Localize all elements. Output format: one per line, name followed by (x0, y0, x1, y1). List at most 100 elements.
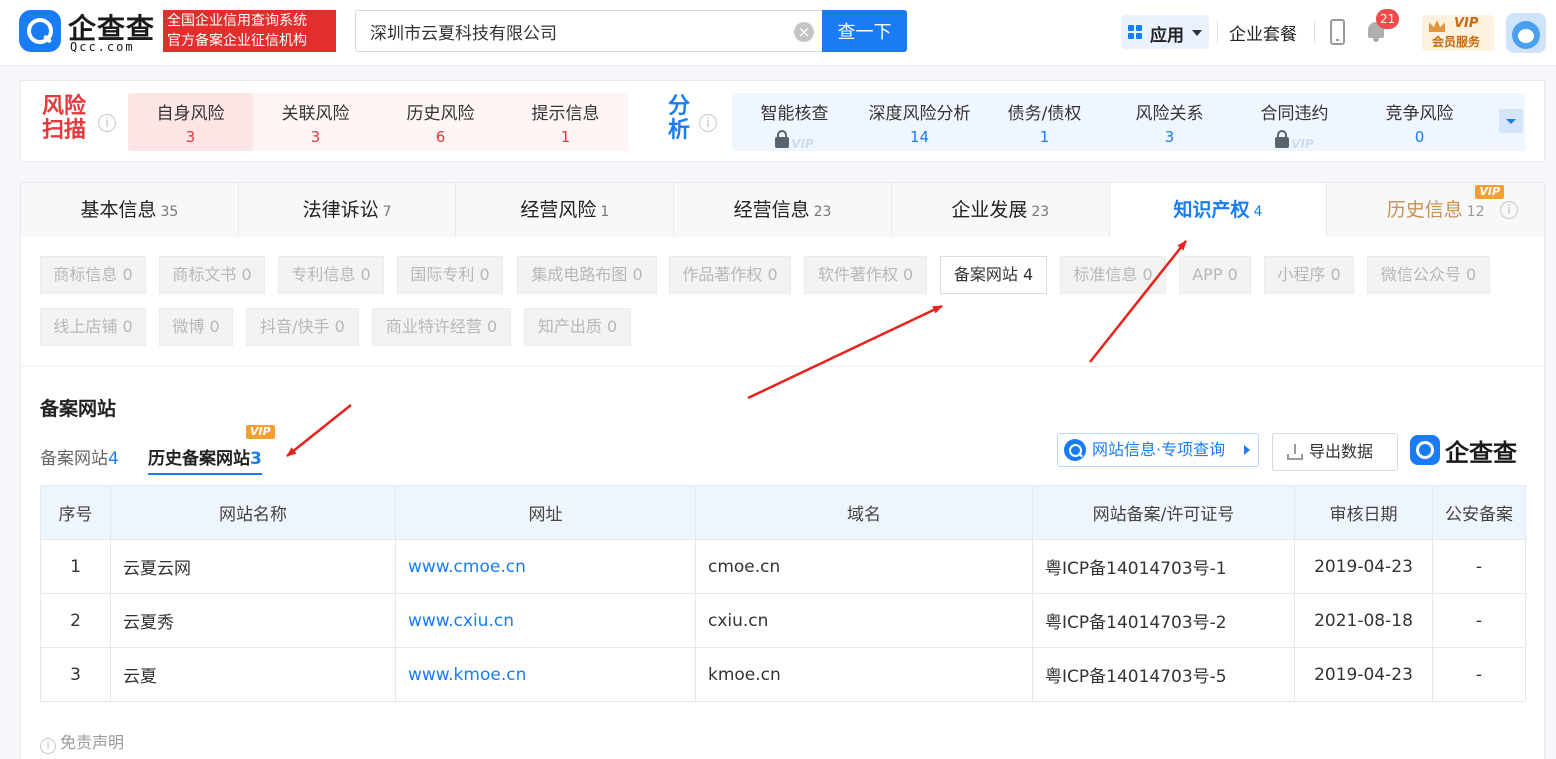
site-url-link[interactable]: www.cmoe.cn (408, 557, 526, 577)
subtag-mini-program[interactable]: 小程序 0 (1264, 256, 1354, 294)
mobile-phone-icon[interactable] (1330, 19, 1345, 45)
tab-history-info[interactable]: 历史信息 12 VIP i (1327, 183, 1545, 237)
tab-litigation[interactable]: 法律诉讼 7 (238, 183, 457, 237)
police-filing: - (1432, 593, 1526, 648)
risk-item-history[interactable]: 历史风险 6 (378, 93, 503, 151)
site-domain: cxiu.cn (695, 593, 1033, 648)
analysis-item-label: 竞争风险 (1385, 104, 1454, 124)
tab-count: 4 (108, 449, 119, 469)
subtag-franchise[interactable]: 商业特许经营 0 (372, 308, 511, 346)
info-icon[interactable]: i (1500, 201, 1519, 219)
analysis-item-risk-relation[interactable]: 风险关系 3 (1107, 93, 1232, 151)
tab-operating-info[interactable]: 经营信息 23 (674, 183, 892, 237)
tab-label: 知识产权 (1173, 199, 1250, 221)
table-row: 1 云夏云网 www.cmoe.cn cmoe.cn 粤ICP备14014703… (40, 539, 1526, 594)
user-avatar[interactable] (1506, 13, 1546, 53)
section-divider (21, 366, 1544, 367)
info-icon[interactable]: i (98, 114, 116, 132)
risk-item-label: 关联风险 (281, 104, 350, 124)
subtag-software-copyright[interactable]: 软件著作权 0 (804, 256, 927, 294)
expand-analysis-button[interactable] (1499, 109, 1523, 133)
analysis-item-debt[interactable]: 债务/债权 1 (982, 93, 1107, 151)
risk-item-label: 历史风险 (406, 104, 475, 124)
analysis-item-label: 合同违约 (1260, 104, 1329, 124)
caret-down-icon (1192, 30, 1202, 36)
risk-item-count: 3 (185, 128, 196, 146)
analysis-item-count: 0 (1414, 128, 1425, 146)
subtag-trademark-docs[interactable]: 商标文书 0 (159, 256, 265, 294)
vip-service-label: 会员服务 (1432, 35, 1481, 49)
clear-icon[interactable]: × (794, 22, 814, 42)
tab-label: 经营风险 (520, 199, 597, 221)
subtag-trademark[interactable]: 商标信息 0 (40, 256, 146, 294)
analysis-item-competition[interactable]: 竞争风险 0 (1357, 93, 1482, 151)
tab-count: 1 (600, 204, 610, 220)
qcc-logo-icon[interactable] (19, 10, 61, 52)
analysis-item-contract-breach[interactable]: 合同违约 VIP (1232, 93, 1357, 151)
tab-operating-risk[interactable]: 经营风险 1 (456, 183, 675, 237)
section-title: 备案网站 (40, 398, 117, 420)
tab-label: 历史信息 (1386, 199, 1463, 221)
site-url-link[interactable]: www.cxiu.cn (408, 611, 514, 631)
vip-label: VIP (1454, 16, 1479, 31)
risk-item-related[interactable]: 关联风险 3 (253, 93, 378, 151)
police-filing: - (1432, 539, 1526, 594)
tab-development[interactable]: 企业发展 23 (891, 183, 1110, 237)
disclaimer-label: 免责声明 (60, 733, 125, 752)
search-input[interactable] (370, 20, 790, 42)
website-query-button[interactable]: 网站信息·专项查询 (1057, 433, 1259, 467)
vip-service-button[interactable]: VIP 会员服务 (1422, 15, 1494, 51)
subtag-weibo[interactable]: 微博 0 (159, 308, 233, 346)
subtag-app[interactable]: APP 0 (1179, 256, 1251, 294)
tab-label: 基本信息 (80, 199, 157, 221)
subtag-icp-website[interactable]: 备案网站 4 (940, 256, 1047, 294)
info-icon: i (40, 738, 56, 754)
risk-item-hint[interactable]: 提示信息 1 (503, 93, 628, 151)
risk-item-count: 3 (310, 128, 321, 146)
disclaimer-link[interactable]: i 免责声明 (40, 729, 124, 754)
apps-grid-icon (1128, 25, 1142, 39)
info-icon[interactable]: i (699, 114, 717, 132)
subtag-online-store[interactable]: 线上店铺 0 (40, 308, 146, 346)
analysis-item-deep-risk[interactable]: 深度风险分析 14 (857, 93, 982, 151)
search-button[interactable]: 查一下 (822, 10, 907, 52)
site-domain: cmoe.cn (695, 539, 1033, 594)
tab-basic-info[interactable]: 基本信息 35 (21, 183, 239, 237)
tab-label: 经营信息 (733, 199, 810, 221)
subtag-douyin-kuaishou[interactable]: 抖音/快手 0 (246, 308, 359, 346)
risk-item-count: 1 (560, 128, 571, 146)
site-name: 云夏秀 (110, 593, 396, 648)
tab-intellectual-property[interactable]: 知识产权 4 (1109, 183, 1328, 237)
analysis-item-locked: VIP (732, 128, 857, 151)
risk-item-label: 自身风险 (156, 104, 225, 124)
analysis-item-label: 债务/债权 (1007, 104, 1082, 124)
risk-item-self[interactable]: 自身风险 3 (128, 93, 253, 151)
enterprise-package-link[interactable]: 企业套餐 (1229, 20, 1297, 45)
subtag-wechat-account[interactable]: 微信公众号 0 (1367, 256, 1490, 294)
table-header-row: 序号 网站名称 网址 域名 网站备案/许可证号 审核日期 公安备案 (40, 485, 1526, 540)
analysis-item-smart-check[interactable]: 智能核查 VIP (732, 93, 857, 151)
main-tabs: 基本信息 35 法律诉讼 7 经营风险 1 经营信息 23 企业发展 23 知识产权 4 历… (21, 183, 1545, 237)
subtag-intl-patent[interactable]: 国际专利 0 (397, 256, 503, 294)
tab-history-icp-websites[interactable]: 历史备案网站3 (148, 444, 262, 475)
apps-menu-button[interactable]: 应用 (1121, 15, 1209, 49)
subtag-ip-pledge[interactable]: 知产出质 0 (524, 308, 631, 346)
analysis-item-locked: VIP (1232, 128, 1357, 151)
top-header: 企查查 Qcc.com 全国企业信用查询系统 官方备案企业征信机构 × 查一下 … (0, 0, 1556, 66)
vip-tag: VIP (1475, 185, 1505, 199)
subtag-patent[interactable]: 专利信息 0 (278, 256, 384, 294)
review-date: 2019-04-23 (1294, 647, 1433, 702)
tab-count: 12 (1466, 204, 1485, 220)
subtag-work-copyright[interactable]: 作品著作权 0 (669, 256, 791, 294)
icp-license-number: 粤ICP备14014703号-1 (1032, 539, 1295, 594)
column-header: 公安备案 (1432, 485, 1526, 540)
site-url-link[interactable]: www.kmoe.cn (408, 665, 526, 685)
icp-website-table: 序号 网站名称 网址 域名 网站备案/许可证号 审核日期 公安备案 1 云夏云网… (40, 485, 1526, 702)
tab-icp-websites[interactable]: 备案网站4 (40, 444, 119, 469)
lock-icon (1275, 130, 1290, 148)
column-header: 网站名称 (110, 485, 396, 540)
subtag-standards[interactable]: 标准信息 0 (1060, 256, 1166, 294)
export-data-button[interactable]: 导出数据 (1272, 433, 1398, 471)
review-date: 2021-08-18 (1294, 593, 1433, 648)
subtag-ic-layout[interactable]: 集成电路布图 0 (517, 256, 657, 294)
